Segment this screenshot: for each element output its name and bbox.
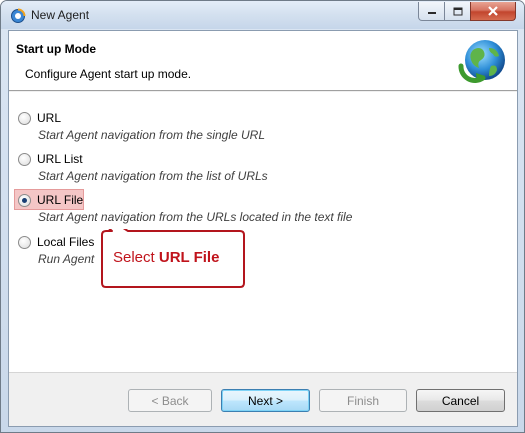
wizard-header: Start up Mode Configure Agent start up m… <box>9 31 517 91</box>
radio-button[interactable] <box>18 111 31 125</box>
option-url-file: URL File Start Agent navigation from the… <box>9 189 489 228</box>
close-icon <box>488 6 498 16</box>
option-label: URL List <box>37 152 83 166</box>
new-agent-window: New Agent Start up Mode Configure Agent … <box>0 0 525 433</box>
option-description: Run Agent <box>38 252 95 266</box>
next-button[interactable]: Next > <box>221 389 310 412</box>
option-url-list: URL List Start Agent navigation from the… <box>9 151 489 187</box>
back-button[interactable]: < Back <box>128 389 212 412</box>
option-description: Start Agent navigation from the list of … <box>38 169 268 183</box>
option-local-files: Local Files Run Agent <box>9 234 489 270</box>
maximize-button[interactable] <box>444 2 471 21</box>
page-description: Configure Agent start up mode. <box>25 67 192 81</box>
radio-url-file[interactable]: URL File <box>18 192 83 208</box>
minimize-icon <box>427 12 436 14</box>
callout-emphasis: URL File <box>158 249 220 266</box>
radio-button[interactable] <box>18 235 31 249</box>
title-bar[interactable]: New Agent <box>1 1 524 29</box>
option-description: Start Agent navigation from the URLs loc… <box>38 210 353 224</box>
option-description: Start Agent navigation from the single U… <box>38 128 266 142</box>
footer-divider <box>9 372 517 373</box>
radio-button[interactable] <box>18 152 31 166</box>
option-label: URL <box>37 111 62 125</box>
maximize-icon <box>453 7 462 15</box>
option-label: URL File <box>37 193 84 207</box>
dialog-client-area: Start up Mode Configure Agent start up m… <box>8 30 518 427</box>
radio-url[interactable]: URL <box>18 110 61 126</box>
globe-refresh-icon <box>458 40 505 83</box>
page-title: Start up Mode <box>16 42 96 56</box>
close-button[interactable] <box>470 2 516 21</box>
callout-prefix: Select <box>113 249 155 266</box>
options-panel: URL Start Agent navigation from the sing… <box>9 92 517 372</box>
finish-button[interactable]: Finish <box>319 389 407 412</box>
app-icon <box>11 8 26 23</box>
minimize-button[interactable] <box>418 2 445 21</box>
radio-button-selected[interactable] <box>18 193 31 207</box>
cancel-button[interactable]: Cancel <box>416 389 505 412</box>
callout-text: Select URL File <box>113 249 219 266</box>
radio-local-files[interactable]: Local Files <box>18 234 94 250</box>
option-url: URL Start Agent navigation from the sing… <box>9 110 489 146</box>
window-title: New Agent <box>31 8 90 22</box>
radio-url-list[interactable]: URL List <box>18 151 83 167</box>
option-label: Local Files <box>37 235 95 249</box>
